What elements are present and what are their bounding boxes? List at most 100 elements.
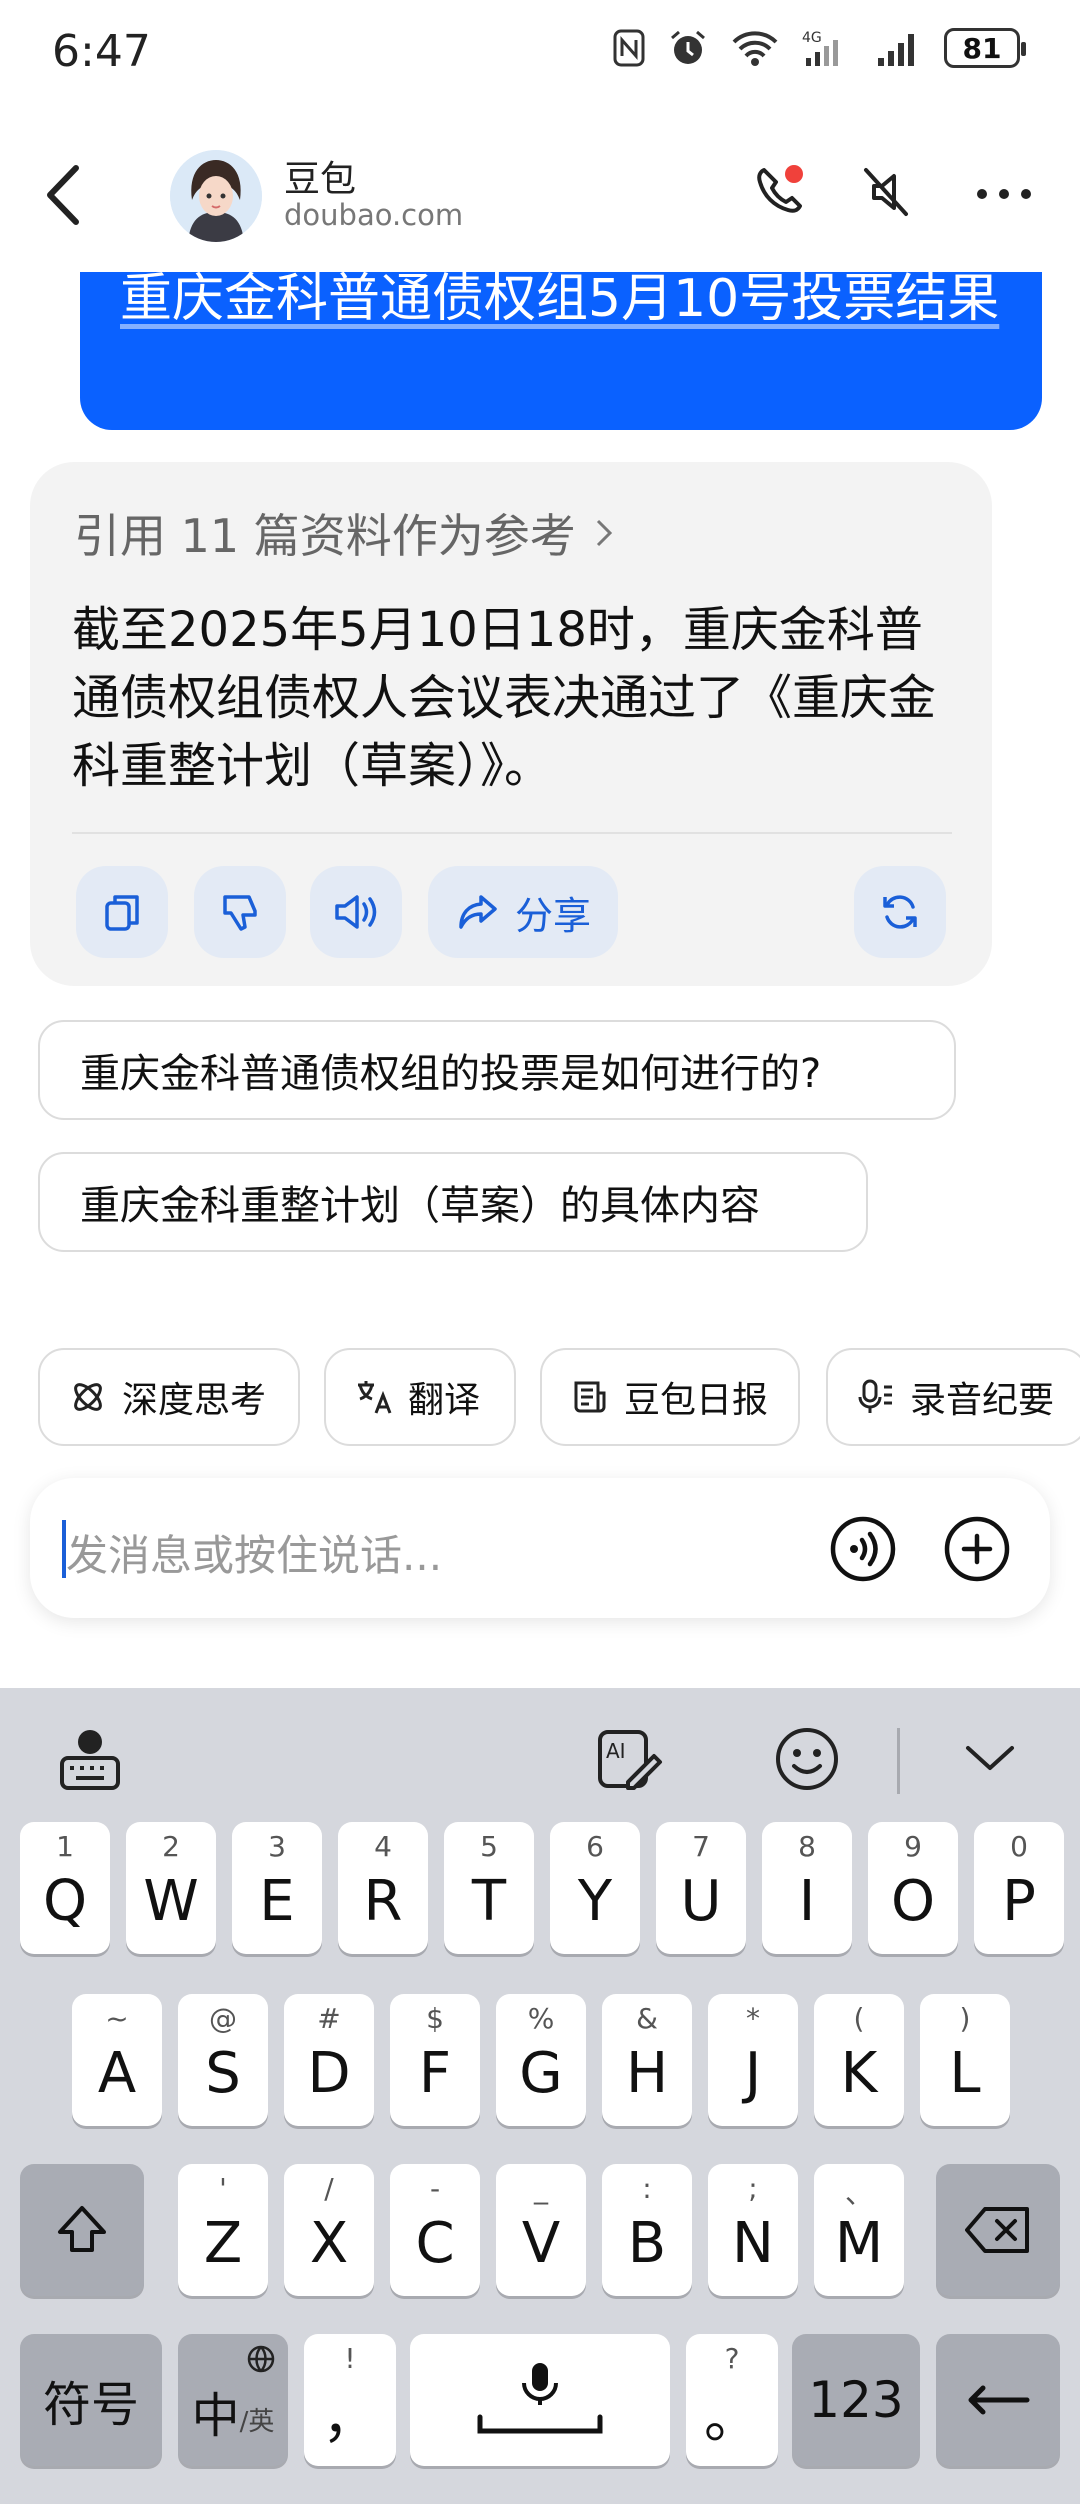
key-e[interactable]: 3E [232, 1822, 322, 1954]
key-sub-symbol: 4 [374, 1830, 392, 1863]
key-label: N [732, 2210, 774, 2276]
key-label: 。 [704, 2385, 760, 2451]
key-label: T [471, 1868, 507, 1934]
emoji-icon[interactable] [772, 1724, 842, 1794]
suggestion-chip-2[interactable]: 重庆金科重整计划（草案）的具体内容 [38, 1152, 868, 1252]
share-button[interactable]: 分享 [428, 866, 618, 958]
key-sub-symbol: - [429, 2172, 441, 2205]
tool-translate[interactable]: 翻译 [324, 1348, 516, 1446]
key-x[interactable]: / X [284, 2164, 374, 2296]
key-label: O [890, 1868, 936, 1934]
collapse-keyboard-icon[interactable] [962, 1736, 1018, 1780]
key-sub-symbol: ; [748, 2172, 758, 2205]
status-icons: 4G 81 [612, 28, 1026, 68]
bot-domain: doubao.com [284, 198, 464, 232]
key-s[interactable]: @ S [178, 1994, 268, 2126]
key-label: J [744, 2040, 762, 2106]
key-label: V [521, 2210, 561, 2276]
key-m[interactable]: 、 M [814, 2164, 904, 2296]
references-label: 引用 11 篇资料作为参考 [74, 509, 576, 563]
key-p[interactable]: 0P [974, 1822, 1064, 1954]
copy-button[interactable] [76, 866, 168, 958]
key-n[interactable]: ; N [708, 2164, 798, 2296]
dislike-button[interactable] [194, 866, 286, 958]
key-q[interactable]: 1Q [20, 1822, 110, 1954]
enter-key[interactable] [936, 2334, 1060, 2466]
key-sub-symbol: / [324, 2172, 334, 2205]
key-k[interactable]: (K [814, 1994, 904, 2126]
key-sub-symbol: 0 [1010, 1830, 1028, 1863]
key-f[interactable]: $ F [390, 1994, 480, 2126]
ai-writing-icon[interactable]: AI [594, 1724, 664, 1794]
shift-key[interactable] [20, 2164, 144, 2296]
key-w[interactable]: 2W [126, 1822, 216, 1954]
tool-label: 录音纪要 [910, 1380, 1055, 1421]
tool-label: 翻译 [408, 1380, 481, 1421]
key-j[interactable]: * J [708, 1994, 798, 2126]
references-link[interactable]: 引用 11 篇资料作为参考 [74, 500, 614, 566]
key-d[interactable]: # D [284, 1994, 374, 2126]
comma-key[interactable]: ! ， [304, 2334, 396, 2466]
key-sub-symbol: 8 [798, 1830, 816, 1863]
copy-icon [105, 895, 139, 931]
key-u[interactable]: 7U [656, 1822, 746, 1954]
shift-arrow-icon [58, 2206, 106, 2252]
symbols-key[interactable]: 符号 [20, 2334, 162, 2466]
key-sub-symbol: # [317, 2002, 341, 2035]
back-arrow-icon[interactable] [40, 160, 90, 230]
share-icon [459, 895, 497, 929]
backspace-key[interactable] [936, 2164, 1060, 2296]
key-r[interactable]: 4R [338, 1822, 428, 1954]
suggestion-chip-1[interactable]: 重庆金科普通债权组的投票是如何进行的? [38, 1020, 956, 1120]
user-message-bubble[interactable]: 重庆金科普通债权组5月10号投票结果 [80, 269, 1042, 430]
regenerate-button[interactable] [854, 866, 946, 958]
answer-text: 截至2025年5月10日18时，重庆金科普通债权组债权人会议表决通过了《重庆金科… [72, 602, 937, 794]
more-options-icon[interactable] [974, 160, 1034, 224]
tool-recording-summary[interactable]: 录音纪要 [826, 1348, 1080, 1446]
speaker-mute-icon[interactable] [856, 160, 916, 224]
period-key[interactable]: ? 。 [686, 2334, 778, 2466]
tool-daily-report[interactable]: 豆包日报 [540, 1348, 800, 1446]
avatar[interactable] [170, 150, 262, 242]
microphone-icon [858, 1379, 892, 1413]
key-sub-symbol: 1 [56, 1830, 74, 1863]
key-z[interactable]: ' Z [178, 2164, 268, 2296]
key-label: F [418, 2040, 452, 2106]
space-key[interactable] [410, 2334, 670, 2466]
share-label: 分享 [514, 893, 591, 938]
key-label: E [259, 1868, 295, 1934]
bot-name: 豆包 [284, 159, 357, 200]
key-v[interactable]: _ V [496, 2164, 586, 2296]
key-o[interactable]: 9O [868, 1822, 958, 1954]
add-attachment-icon[interactable] [942, 1514, 1012, 1584]
key-b[interactable]: :B [602, 2164, 692, 2296]
key-sub-symbol: ) [959, 2002, 971, 2035]
key-t[interactable]: 5T [444, 1822, 534, 1954]
key-g[interactable]: % G [496, 1994, 586, 2126]
numbers-key[interactable]: 123 [792, 2334, 920, 2466]
key-l[interactable]: ) L [920, 1994, 1010, 2126]
nfc-icon [613, 29, 645, 67]
key-sub-symbol: @ [209, 2002, 237, 2035]
keyboard-settings-icon[interactable] [56, 1724, 126, 1794]
key-label: R [363, 1868, 403, 1934]
key-y[interactable]: 6Y [550, 1822, 640, 1954]
key-a[interactable]: ~ A [72, 1994, 162, 2126]
alarm-icon [671, 30, 705, 64]
phone-call-icon[interactable] [750, 160, 810, 224]
status-time: 6:47 [52, 26, 151, 77]
key-sub-symbol: 2 [162, 1830, 180, 1863]
tool-deep-think[interactable]: 深度思考 [38, 1348, 300, 1446]
toolbar-divider [897, 1728, 900, 1794]
speaker-icon [335, 895, 377, 929]
thumbs-down-icon [223, 895, 257, 931]
key-label: C [415, 2210, 455, 2276]
divider [72, 832, 952, 834]
key-i[interactable]: 8I [762, 1822, 852, 1954]
key-h[interactable]: & H [602, 1994, 692, 2126]
voice-input-icon[interactable] [828, 1514, 898, 1584]
key-label: A [97, 2040, 137, 2106]
language-switch-key[interactable]: 中 /英 [178, 2334, 288, 2466]
read-aloud-button[interactable] [310, 866, 402, 958]
key-c[interactable]: -C [390, 2164, 480, 2296]
